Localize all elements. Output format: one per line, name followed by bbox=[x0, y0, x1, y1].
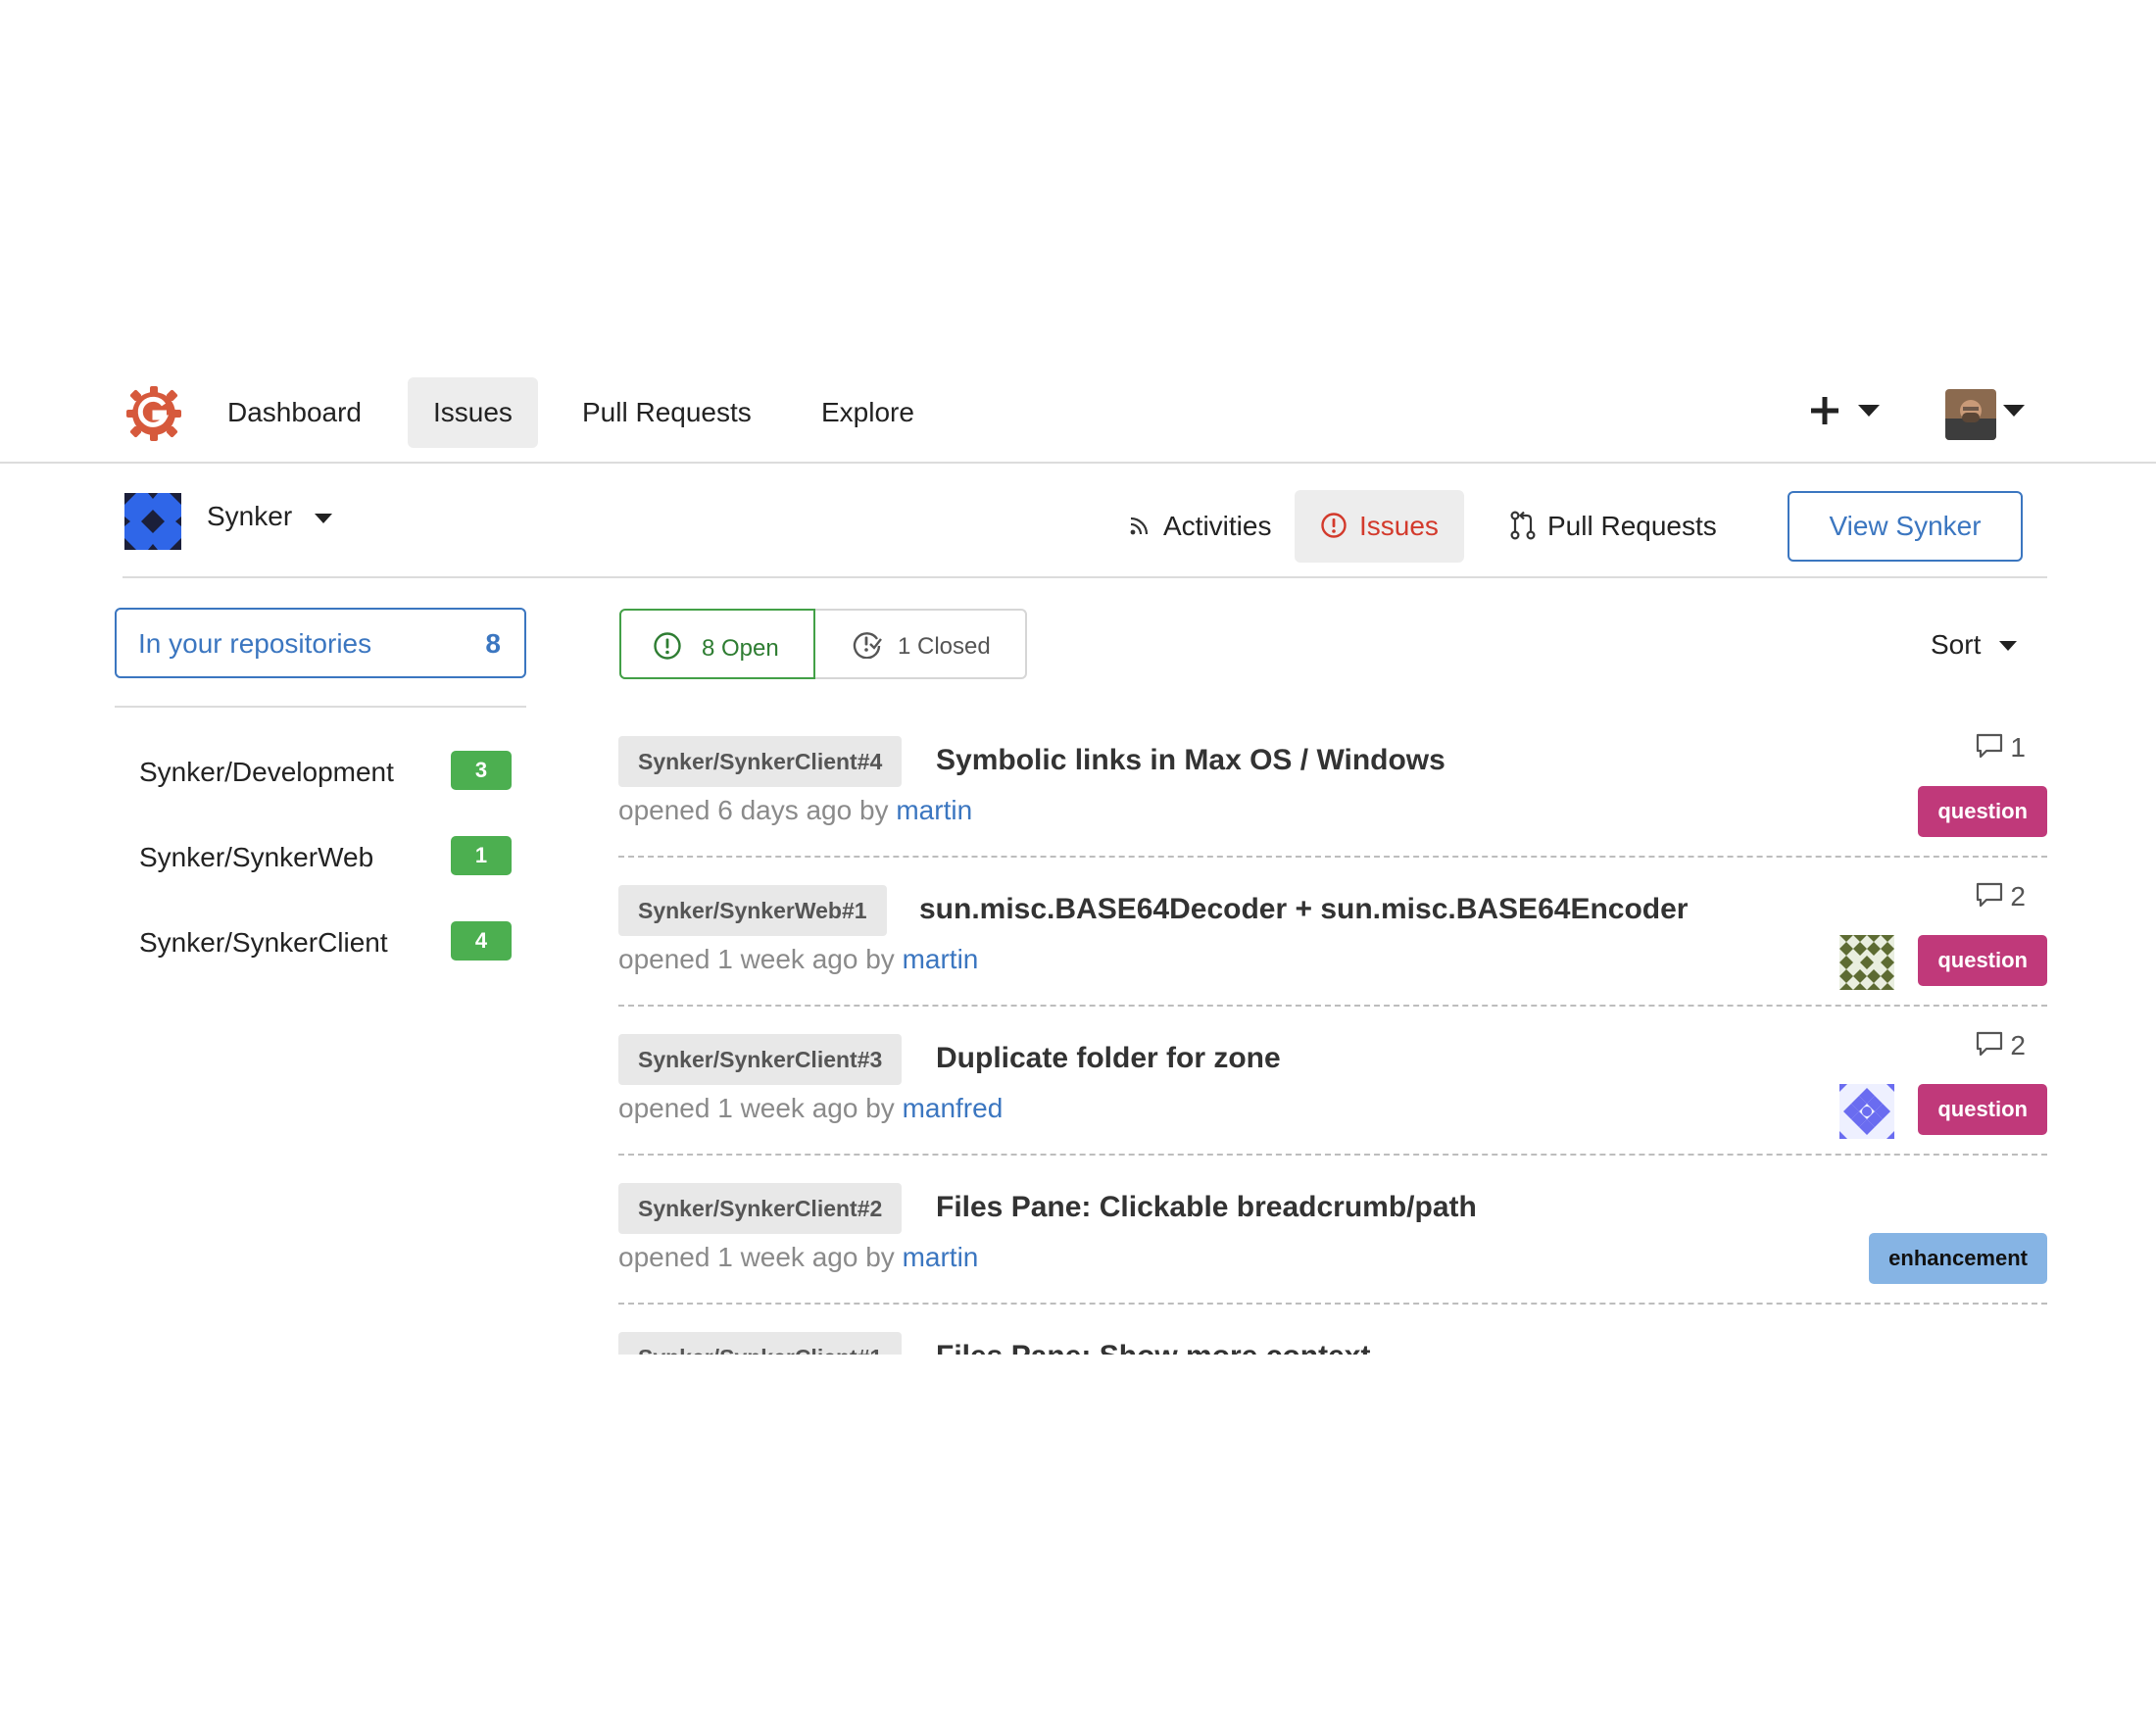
org-header: Synker Activities Issues Pull Requests V… bbox=[122, 468, 2047, 578]
org-switcher[interactable]: Synker bbox=[207, 488, 344, 547]
closed-issues-button[interactable]: 1 Closed bbox=[815, 609, 1029, 679]
issue-row[interactable]: Synker/SynkerClient#2 Files Pane: Clicka… bbox=[618, 1156, 2047, 1305]
comment-count: 2 bbox=[2010, 881, 2026, 912]
issue-opened-text: opened 1 week ago by bbox=[618, 1093, 895, 1123]
repo-issue-count-badge: 1 bbox=[451, 836, 512, 875]
tab-activities[interactable]: Activities bbox=[1102, 490, 1297, 563]
issue-comment-count[interactable]: 1 bbox=[1975, 732, 2026, 764]
chevron-down-icon bbox=[315, 514, 332, 523]
comment-icon bbox=[1977, 733, 2003, 758]
issue-meta: opened 6 days ago by martin bbox=[618, 795, 972, 826]
issue-state-toggle: 8 Open 1 Closed bbox=[619, 609, 1027, 679]
sidebar-divider bbox=[115, 706, 526, 708]
issue-label-question[interactable]: question bbox=[1918, 1084, 2047, 1135]
comment-count: 2 bbox=[2010, 1030, 2026, 1060]
issue-opened-text: opened 1 week ago by bbox=[618, 944, 895, 974]
repo-name: Synker/SynkerClient bbox=[139, 927, 388, 958]
top-navbar: Dashboard Issues Pull Requests Explore bbox=[0, 356, 2156, 464]
repo-filter-all[interactable]: In your repositories 8 bbox=[115, 608, 526, 678]
gitea-logo-icon[interactable] bbox=[125, 385, 182, 442]
rss-icon bbox=[1130, 517, 1149, 535]
issue-label-enhancement[interactable]: enhancement bbox=[1869, 1233, 2047, 1284]
repo-name: Synker/Development bbox=[139, 757, 394, 787]
nav-pull-requests[interactable]: Pull Requests bbox=[557, 377, 777, 448]
tab-pull-requests[interactable]: Pull Requests bbox=[1485, 490, 1742, 563]
issue-title[interactable]: Files Pane: Show more context bbox=[936, 1340, 1370, 1355]
issue-title[interactable]: Symbolic links in Max OS / Windows bbox=[936, 744, 1446, 777]
issue-meta: opened 1 week ago by manfred bbox=[618, 1093, 1003, 1124]
user-menu[interactable] bbox=[1940, 381, 2038, 444]
assignee-avatar[interactable] bbox=[1839, 1084, 1894, 1139]
nav-issues[interactable]: Issues bbox=[408, 377, 538, 448]
chevron-down-icon bbox=[2003, 405, 2025, 417]
issue-comment-count[interactable]: 2 bbox=[1975, 881, 2026, 912]
issue-title[interactable]: sun.misc.BASE64Decoder + sun.misc.BASE64… bbox=[919, 893, 1688, 926]
nav-dashboard[interactable]: Dashboard bbox=[202, 377, 387, 448]
open-issues-label: 8 Open bbox=[702, 635, 779, 662]
repo-filter-count: 8 bbox=[485, 628, 501, 659]
issue-opened-icon bbox=[1321, 512, 1347, 538]
issue-opened-text: opened 6 days ago by bbox=[618, 795, 889, 825]
issue-label-question[interactable]: question bbox=[1918, 935, 2047, 986]
issue-row[interactable]: Synker/SynkerClient#4 Symbolic links in … bbox=[618, 709, 2047, 858]
open-issues-button[interactable]: 8 Open bbox=[619, 609, 815, 679]
chevron-down-icon bbox=[1858, 405, 1880, 417]
sidebar-repo-synkerweb[interactable]: Synker/SynkerWeb 1 bbox=[139, 836, 512, 879]
create-new-menu[interactable] bbox=[1799, 381, 1887, 440]
issue-label-question[interactable]: question bbox=[1918, 786, 2047, 837]
issue-meta: opened 1 week ago by martin bbox=[618, 944, 978, 975]
comment-icon bbox=[1977, 882, 2003, 907]
tab-activities-label: Activities bbox=[1163, 511, 1272, 541]
issue-row[interactable]: Synker/SynkerClient#1 Files Pane: Show m… bbox=[618, 1305, 2047, 1355]
tab-pull-requests-label: Pull Requests bbox=[1547, 511, 1717, 541]
nav-explore[interactable]: Explore bbox=[796, 377, 940, 448]
sort-dropdown[interactable]: Sort bbox=[1931, 629, 2017, 661]
repo-name: Synker/SynkerWeb bbox=[139, 842, 374, 872]
issue-author-link[interactable]: martin bbox=[903, 1242, 979, 1272]
issue-opened-icon bbox=[654, 632, 681, 660]
issue-ref[interactable]: Synker/SynkerClient#3 bbox=[618, 1034, 903, 1085]
issue-meta: opened 1 week ago by martin bbox=[618, 1242, 978, 1273]
comment-count: 1 bbox=[2010, 732, 2026, 763]
issue-title[interactable]: Duplicate folder for zone bbox=[936, 1042, 1281, 1075]
issue-author-link[interactable]: manfred bbox=[903, 1093, 1004, 1123]
issue-row[interactable]: Synker/SynkerWeb#1 sun.misc.BASE64Decode… bbox=[618, 858, 2047, 1007]
closed-issues-label: 1 Closed bbox=[898, 633, 991, 660]
issue-author-link[interactable]: martin bbox=[896, 795, 972, 825]
tab-issues-label: Issues bbox=[1359, 511, 1439, 541]
issue-title[interactable]: Files Pane: Clickable breadcrumb/path bbox=[936, 1191, 1477, 1224]
issue-opened-text: opened 1 week ago by bbox=[618, 1242, 895, 1272]
chevron-down-icon bbox=[1999, 641, 2017, 651]
issue-ref[interactable]: Synker/SynkerWeb#1 bbox=[618, 885, 887, 936]
issue-ref[interactable]: Synker/SynkerClient#1 bbox=[618, 1332, 903, 1355]
org-avatar[interactable] bbox=[124, 493, 181, 550]
tab-issues[interactable]: Issues bbox=[1295, 490, 1464, 563]
plus-icon bbox=[1811, 397, 1838, 424]
git-pull-request-icon bbox=[1510, 511, 1536, 540]
comment-icon bbox=[1977, 1031, 2003, 1056]
sort-label: Sort bbox=[1931, 629, 1982, 660]
issue-row[interactable]: Synker/SynkerClient#3 Duplicate folder f… bbox=[618, 1007, 2047, 1156]
repo-issue-count-badge: 4 bbox=[451, 921, 512, 961]
issue-closed-icon bbox=[853, 632, 882, 659]
repo-filter-label: In your repositories bbox=[138, 628, 372, 659]
app-viewport: Dashboard Issues Pull Requests Explore S… bbox=[0, 0, 2156, 1355]
view-org-button[interactable]: View Synker bbox=[1788, 491, 2023, 562]
issue-comment-count[interactable]: 2 bbox=[1975, 1030, 2026, 1061]
sidebar-repo-synkerclient[interactable]: Synker/SynkerClient 4 bbox=[139, 921, 512, 964]
repo-issue-count-badge: 3 bbox=[451, 751, 512, 790]
sidebar-repo-development[interactable]: Synker/Development 3 bbox=[139, 751, 512, 794]
issue-ref[interactable]: Synker/SynkerClient#4 bbox=[618, 736, 903, 787]
org-name: Synker bbox=[207, 501, 293, 531]
assignee-avatar[interactable] bbox=[1839, 935, 1894, 990]
issue-author-link[interactable]: martin bbox=[903, 944, 979, 974]
user-avatar bbox=[1945, 389, 1996, 440]
issue-ref[interactable]: Synker/SynkerClient#2 bbox=[618, 1183, 903, 1234]
